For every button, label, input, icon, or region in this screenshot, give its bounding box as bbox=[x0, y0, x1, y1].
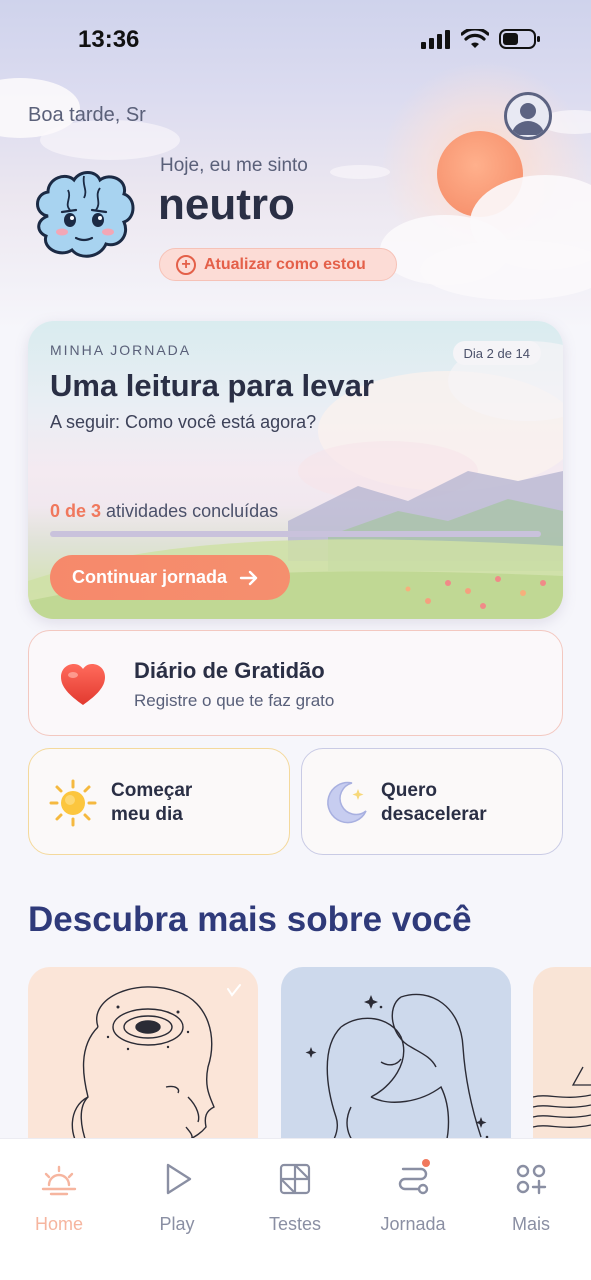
sunrise-icon bbox=[41, 1165, 77, 1196]
arrow-right-icon bbox=[239, 570, 258, 585]
bottom-tab-bar: Home Play Testes Jornada Mais bbox=[0, 1138, 591, 1280]
heart-icon bbox=[61, 664, 105, 705]
tab-home-label: Home bbox=[34, 1214, 83, 1234]
discover-card[interactable] bbox=[28, 967, 258, 1167]
greeting-text: Boa tarde, Sr bbox=[28, 104, 146, 126]
sun-icon bbox=[49, 779, 97, 827]
slow-down-label: Quero desacelerar bbox=[381, 780, 487, 825]
discover-card[interactable] bbox=[533, 967, 591, 1167]
journey-title: Uma leitura para levar bbox=[50, 368, 374, 403]
update-mood-button[interactable]: + Atualizar como estou bbox=[159, 248, 397, 281]
signal-icon bbox=[421, 30, 450, 49]
gratitude-title: Diário de Gratidão bbox=[134, 658, 325, 683]
waves-illustration bbox=[533, 1066, 591, 1128]
user-icon bbox=[512, 103, 544, 135]
status-icons bbox=[421, 28, 541, 50]
discover-card[interactable] bbox=[281, 967, 511, 1167]
progress-bar bbox=[50, 531, 541, 537]
tab-home[interactable]: Home bbox=[9, 1159, 109, 1235]
status-bar: 13:36 bbox=[0, 0, 591, 80]
slow-down-card[interactable]: Quero desacelerar bbox=[301, 748, 563, 855]
tab-play[interactable]: Play bbox=[127, 1159, 227, 1235]
gratitude-subtitle: Registre o que te faz grato bbox=[134, 691, 335, 710]
gratitude-journal-card[interactable]: Diário de Gratidão Registre o que te faz… bbox=[28, 630, 563, 736]
wifi-icon bbox=[461, 29, 489, 48]
tab-mais-label: Mais bbox=[511, 1214, 550, 1234]
status-time: 13:36 bbox=[78, 26, 140, 53]
feeling-label: Hoje, eu me sinto bbox=[160, 155, 308, 176]
discover-section-title: Descubra mais sobre você bbox=[28, 900, 472, 939]
start-my-day-card[interactable]: Começar meu dia bbox=[28, 748, 290, 855]
progress-text: 0 de 3 atividades concluídas bbox=[50, 501, 278, 522]
journey-kicker: MINHA JORNADA bbox=[50, 342, 192, 358]
plus-circle-icon: + bbox=[176, 254, 196, 275]
progress-suffix: atividades concluídas bbox=[106, 501, 279, 521]
grid-icon bbox=[279, 1163, 311, 1195]
brain-mascot-icon bbox=[36, 171, 135, 258]
start-my-day-label: Começar meu dia bbox=[111, 780, 193, 825]
embrace-illustration bbox=[305, 993, 489, 1158]
progress-count: 0 de 3 bbox=[50, 501, 102, 521]
tab-jornada-label: Jornada bbox=[380, 1214, 446, 1234]
journey-card[interactable]: MINHA JORNADA Dia 2 de 14 Uma leitura pa… bbox=[28, 321, 563, 619]
more-icon bbox=[516, 1164, 547, 1195]
tab-jornada[interactable]: Jornada bbox=[363, 1159, 463, 1235]
tab-testes[interactable]: Testes bbox=[245, 1159, 345, 1235]
continue-journey-label: Continuar jornada bbox=[72, 567, 228, 587]
feeling-value: neutro bbox=[158, 180, 295, 229]
path-icon bbox=[398, 1159, 430, 1195]
head-galaxy-illustration bbox=[71, 984, 241, 1153]
tab-testes-label: Testes bbox=[268, 1214, 322, 1234]
update-mood-label: Atualizar como estou bbox=[204, 255, 366, 273]
tab-play-label: Play bbox=[159, 1214, 195, 1234]
journey-next-step: A seguir: Como você está agora? bbox=[50, 412, 317, 432]
battery-icon bbox=[499, 29, 540, 49]
continue-journey-button[interactable]: Continuar jornada bbox=[50, 555, 290, 600]
profile-avatar-button[interactable] bbox=[504, 92, 552, 140]
tab-mais[interactable]: Mais bbox=[481, 1159, 581, 1235]
moon-icon bbox=[327, 781, 367, 824]
day-badge: Dia 2 de 14 bbox=[452, 341, 541, 365]
play-icon bbox=[166, 1163, 192, 1195]
